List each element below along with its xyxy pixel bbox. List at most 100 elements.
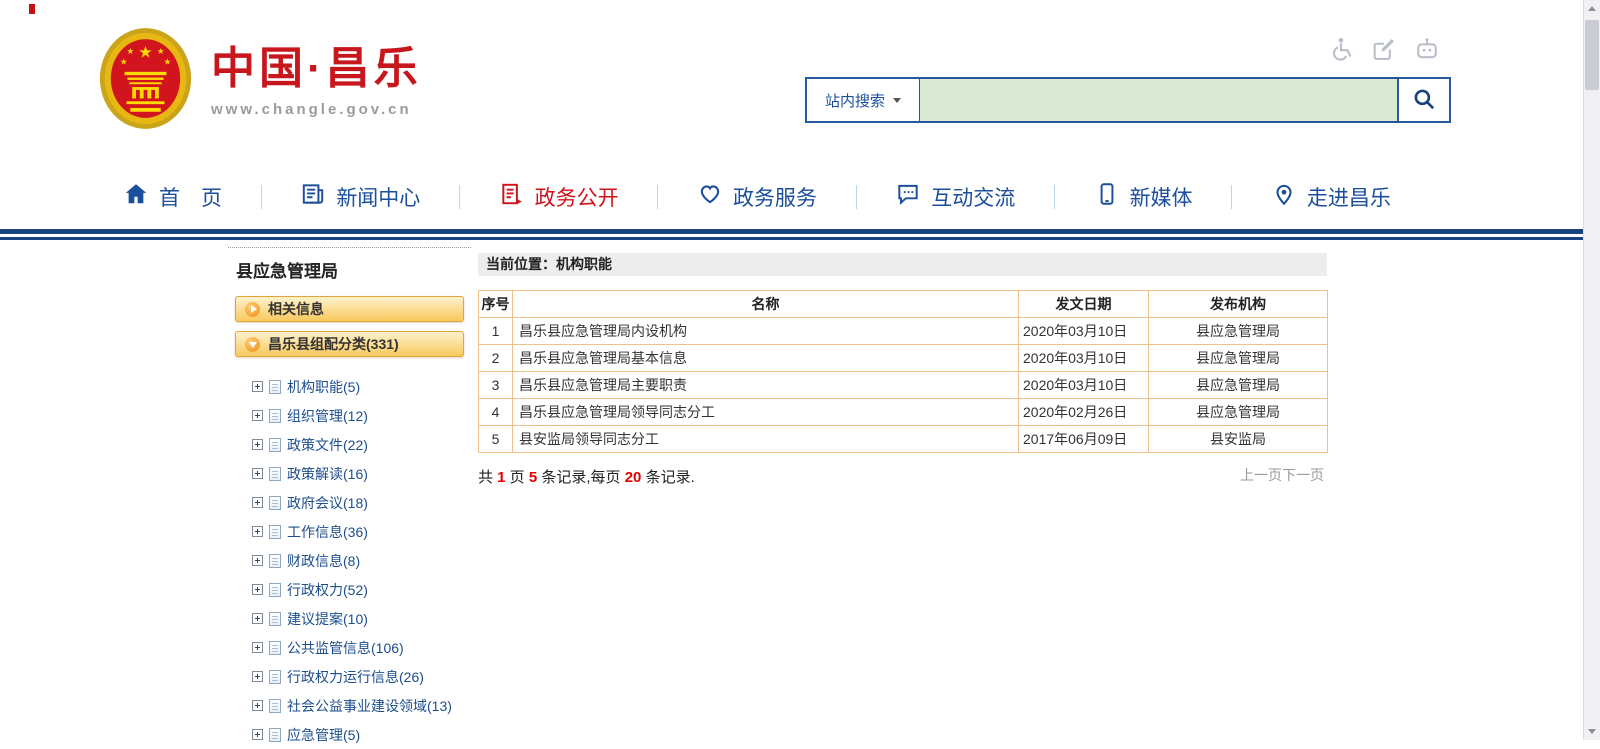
tree-item-label: 财政信息(8)	[287, 551, 360, 571]
expand-plus-icon[interactable]	[252, 613, 263, 624]
row-date: 2020年03月10日	[1019, 345, 1149, 372]
summary-text: 条记录.	[641, 469, 694, 486]
phone-icon	[1094, 181, 1120, 213]
row-number: 1	[479, 318, 513, 345]
nav-separator	[1231, 185, 1232, 209]
row-org: 县安监局	[1149, 426, 1328, 453]
tree-item-policy-documents[interactable]: 政策文件(22)	[252, 430, 471, 459]
nav-item-new-media[interactable]: 新媒体	[1094, 181, 1193, 213]
nav-bottom-border	[0, 229, 1583, 240]
document-link[interactable]: 县安监局领导同志分工	[513, 426, 1019, 453]
site-search: 站内搜索	[805, 77, 1451, 123]
expand-plus-icon[interactable]	[252, 671, 263, 682]
arrow-down-icon	[1588, 729, 1596, 734]
site-url: www.changle.gov.cn	[211, 101, 422, 118]
robot-icon	[1413, 35, 1441, 68]
nav-item-news-center[interactable]: 新闻中心	[300, 181, 420, 213]
tree-item-label: 社会公益事业建设领域(13)	[287, 696, 452, 716]
nav-item-enter-changle[interactable]: 走进昌乐	[1271, 181, 1391, 213]
document-icon	[269, 699, 281, 713]
tree-item-admin-power[interactable]: 行政权力(52)	[252, 575, 471, 604]
nav-separator	[856, 185, 857, 209]
summary-text: 共	[478, 469, 497, 486]
scroll-down-button[interactable]	[1584, 723, 1600, 740]
tree-item-work-info[interactable]: 工作信息(36)	[252, 517, 471, 546]
table-row: 2 昌乐县应急管理局基本信息 2020年03月10日 县应急管理局	[479, 345, 1328, 372]
expand-plus-icon[interactable]	[252, 468, 263, 479]
document-icon	[269, 583, 281, 597]
prev-page-button[interactable]: 上一页	[1240, 467, 1282, 483]
expand-plus-icon[interactable]	[252, 729, 263, 740]
search-input[interactable]	[920, 79, 1397, 121]
row-number: 4	[479, 399, 513, 426]
vertical-scrollbar[interactable]	[1583, 0, 1600, 740]
tree-item-suggestions-proposals[interactable]: 建议提案(10)	[252, 604, 471, 633]
nav-label: 政务公开	[535, 182, 619, 212]
search-button[interactable]	[1397, 79, 1449, 121]
nav-item-gov-disclosure[interactable]: 政务公开	[499, 181, 619, 213]
row-date: 2020年03月10日	[1019, 372, 1149, 399]
svg-text:★: ★	[157, 46, 165, 56]
expand-plus-icon[interactable]	[252, 642, 263, 653]
category-group-button[interactable]: 昌乐县组配分类(331)	[235, 331, 464, 357]
expand-plus-icon[interactable]	[252, 700, 263, 711]
document-link[interactable]: 昌乐县应急管理局内设机构	[513, 318, 1019, 345]
summary-text: 条记录,每页	[537, 469, 625, 486]
row-org: 县应急管理局	[1149, 318, 1328, 345]
tree-item-public-welfare[interactable]: 社会公益事业建设领域(13)	[252, 691, 471, 720]
tree-item-emergency-management[interactable]: 应急管理(5)	[252, 720, 471, 749]
nav-item-home[interactable]: 首 页	[123, 181, 222, 213]
tree-item-org-management[interactable]: 组织管理(12)	[252, 401, 471, 430]
arrow-up-icon	[1588, 6, 1596, 11]
tree-item-gov-meetings[interactable]: 政府会议(18)	[252, 488, 471, 517]
expand-plus-icon[interactable]	[252, 526, 263, 537]
nav-separator	[459, 185, 460, 209]
sidebar-title: 县应急管理局	[228, 248, 471, 290]
nav-item-gov-services[interactable]: 政务服务	[697, 181, 817, 213]
scrollbar-thumb[interactable]	[1585, 20, 1599, 90]
row-date: 2020年03月10日	[1019, 318, 1149, 345]
sidebar: 县应急管理局 相关信息 昌乐县组配分类(331) 机构职能(5) 组织管理(12…	[228, 247, 471, 749]
scroll-up-button[interactable]	[1584, 0, 1600, 17]
related-info-button[interactable]: 相关信息	[235, 296, 464, 322]
page: ★ ★ ★ ★ ★ 中国·昌乐 www.changle.gov.cn	[0, 0, 1583, 740]
main-content: 当前位置：机构职能 序号 名称 发文日期 发布机构 1 昌乐县应急管理局内设机构…	[478, 253, 1327, 488]
document-icon	[269, 641, 281, 655]
tree-item-label: 行政权力(52)	[287, 580, 368, 600]
document-link[interactable]: 昌乐县应急管理局领导同志分工	[513, 399, 1019, 426]
col-header-date: 发文日期	[1019, 291, 1149, 318]
tree-item-policy-interpretation[interactable]: 政策解读(16)	[252, 459, 471, 488]
document-link[interactable]: 昌乐县应急管理局基本信息	[513, 345, 1019, 372]
tree-item-label: 政策解读(16)	[287, 464, 368, 484]
document-link[interactable]: 昌乐县应急管理局主要职责	[513, 372, 1019, 399]
tree-item-org-functions[interactable]: 机构职能(5)	[252, 372, 471, 401]
nav-label: 走进昌乐	[1307, 182, 1391, 212]
svg-text:★: ★	[138, 44, 152, 62]
row-date: 2020年02月26日	[1019, 399, 1149, 426]
expand-plus-icon[interactable]	[252, 555, 263, 566]
write-message-button[interactable]	[1369, 36, 1399, 66]
table-header-row: 序号 名称 发文日期 发布机构	[479, 291, 1328, 318]
tree-item-power-operation-info[interactable]: 行政权力运行信息(26)	[252, 662, 471, 691]
header-tools	[1326, 36, 1442, 66]
document-icon	[269, 554, 281, 568]
nav-item-interaction[interactable]: 互动交流	[895, 181, 1015, 213]
search-scope-dropdown[interactable]: 站内搜索	[807, 79, 920, 121]
next-page-button[interactable]: 下一页	[1282, 467, 1324, 483]
col-header-org: 发布机构	[1149, 291, 1328, 318]
tree-item-public-supervision[interactable]: 公共监管信息(106)	[252, 633, 471, 662]
expand-plus-icon[interactable]	[252, 381, 263, 392]
robot-assistant-button[interactable]	[1412, 36, 1442, 66]
record-count: 5	[529, 469, 537, 486]
site-logo-link[interactable]: ★ ★ ★ ★ ★ 中国·昌乐 www.changle.gov.cn	[98, 26, 422, 136]
svg-text:★: ★	[126, 46, 134, 56]
expand-plus-icon[interactable]	[252, 439, 263, 450]
expand-plus-icon[interactable]	[252, 584, 263, 595]
expand-plus-icon[interactable]	[252, 410, 263, 421]
red-artifact	[29, 4, 35, 14]
tree-item-fiscal-info[interactable]: 财政信息(8)	[252, 546, 471, 575]
map-pin-icon	[1271, 181, 1297, 213]
chat-icon	[895, 181, 921, 213]
accessibility-button[interactable]	[1326, 36, 1356, 66]
expand-plus-icon[interactable]	[252, 497, 263, 508]
